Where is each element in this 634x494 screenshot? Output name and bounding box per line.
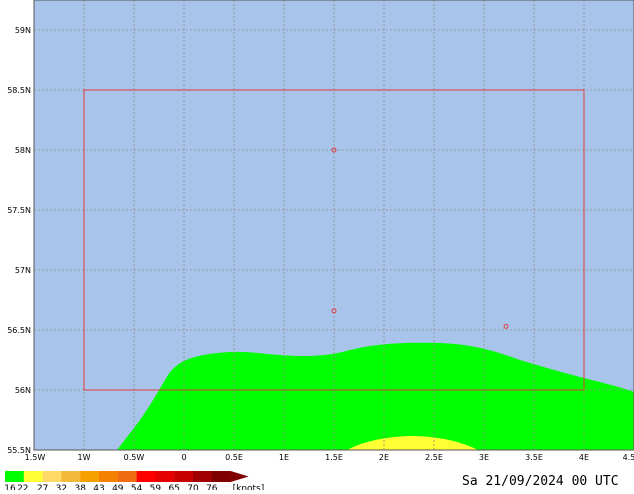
lat-tick-label: 57N	[15, 266, 31, 275]
latitude-labels: 59N58.5N58N57.5N57N56.5N56N55.5N	[7, 26, 31, 455]
lon-tick-label: 3E	[479, 453, 489, 462]
legend-value-label: 38	[74, 484, 86, 490]
legend-value-label: 27	[37, 484, 48, 490]
lat-tick-label: 57.5N	[7, 206, 31, 215]
lon-tick-label: 1.5E	[325, 453, 343, 462]
legend-unit-label: [knots]	[233, 484, 265, 490]
legend-swatch	[117, 471, 137, 482]
valid-time-label: Sa 21/09/2024 00 UTC	[462, 474, 619, 489]
legend-value-label: 43	[93, 484, 104, 490]
lon-tick-label: 1E	[279, 453, 289, 462]
lon-tick-label: 4E	[579, 453, 589, 462]
legend-value-label: 59	[150, 484, 162, 490]
lon-tick-label: 3.5E	[525, 453, 543, 462]
legend-value-label: 65	[168, 484, 179, 490]
legend-swatch	[61, 471, 81, 482]
lon-tick-label: 1.5W	[25, 453, 46, 462]
lon-tick-label: 4.5	[623, 453, 634, 462]
lat-tick-label: 56N	[15, 386, 31, 395]
map-svg: 59N58.5N58N57.5N57N56.5N56N55.5N 1.5W 1W 0…	[4, 0, 634, 494]
lat-tick-label: 56.5N	[7, 326, 31, 335]
legend-value-label: 16	[4, 484, 16, 490]
lon-tick-label: 0.5W	[124, 453, 145, 462]
legend-value-label: 49	[112, 484, 124, 490]
legend-swatch	[80, 471, 100, 482]
lat-tick-label: 59N	[15, 26, 31, 35]
legend-arrow	[230, 471, 249, 482]
lon-tick-label: 0.5E	[225, 453, 243, 462]
legend-swatch	[155, 471, 175, 482]
lat-tick-label: 58N	[15, 146, 31, 155]
lat-tick-label: 58.5N	[7, 86, 31, 95]
legend-swatch	[5, 471, 24, 482]
lon-tick-label: 1W	[78, 453, 91, 462]
lon-tick-label: 2.5E	[425, 453, 443, 462]
lon-tick-label: 2E	[379, 453, 389, 462]
legend-swatch	[23, 471, 43, 482]
legend-value-label: 32	[56, 484, 67, 490]
wind-map: 59N 58.5N 58N 57.5N 57N 56.5N 56N 55.5N 1.5W 1W 0…	[0, 0, 634, 494]
wind-speed-legend: 16 22 27 32 38 43 49 54 59 65 70 76 [knots]	[4, 471, 265, 494]
legend-value-label: 22	[17, 484, 28, 490]
legend-swatch	[193, 471, 212, 482]
legend-value-label: 70	[187, 484, 199, 490]
legend-value-label: 76	[206, 484, 218, 490]
legend-value-label: 54	[131, 484, 143, 490]
longitude-labels: 1.5W 1W 0.5W 0 0.5E 1E 1.5E 2E 2.5E 3E 3.5E 4E 4.5	[25, 453, 634, 462]
legend-swatch	[99, 471, 118, 482]
lon-tick-label: 0	[181, 453, 186, 462]
legend-swatch	[136, 471, 156, 482]
legend-swatch	[174, 471, 194, 482]
legend-swatch	[211, 471, 231, 482]
legend-swatch	[42, 471, 62, 482]
